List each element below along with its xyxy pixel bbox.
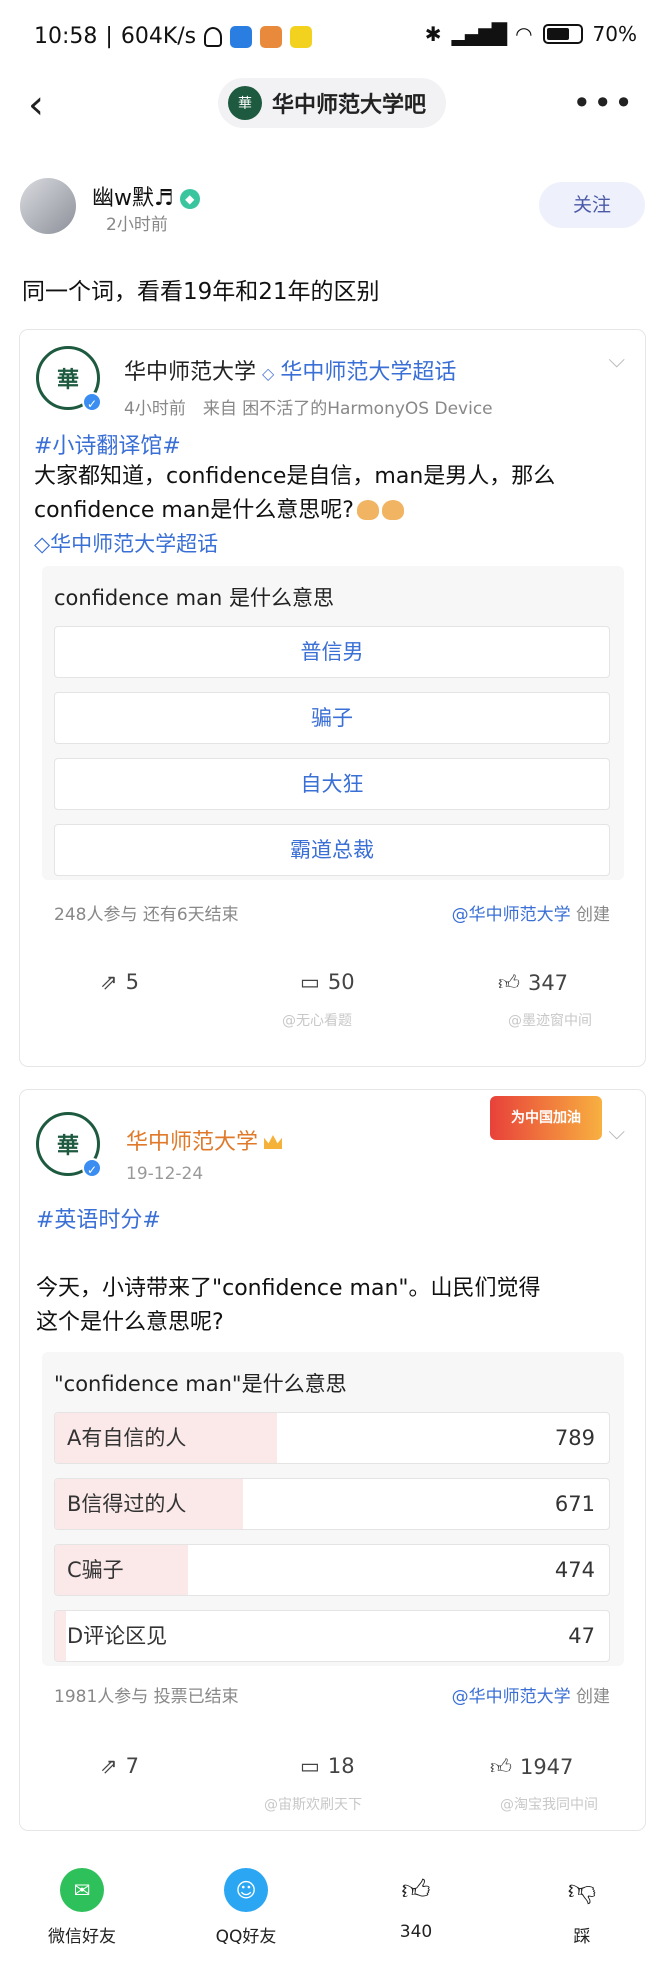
watermark: @无心看题 xyxy=(282,1013,352,1029)
hashtag[interactable]: #小诗翻译馆# xyxy=(34,428,181,460)
share-icon: ⇗ xyxy=(100,1754,118,1778)
poll-result[interactable]: C骗子 474 xyxy=(54,1544,610,1596)
wifi-icon: ◠ xyxy=(515,22,533,46)
chevron-down-icon[interactable]: ⌵ xyxy=(608,1120,625,1145)
crown-icon xyxy=(264,1135,283,1149)
poll-option[interactable]: 普信男 xyxy=(54,626,610,678)
username[interactable]: 幽w默♬ xyxy=(92,186,174,211)
comment-action[interactable]: ▭ 50 xyxy=(300,970,355,994)
share-icon: ⇗ xyxy=(100,970,118,994)
dislike-button[interactable]: 👎︎ 踩 xyxy=(522,1868,642,1947)
watermark: @宙斯欢刷天下 xyxy=(264,1797,362,1813)
app-notification-icon xyxy=(260,25,283,48)
forum-logo: 華 xyxy=(228,86,262,120)
poll-footer: 248人参与 还有6天结束 @华中师范大学 创建 xyxy=(54,905,610,925)
avatar[interactable] xyxy=(20,178,76,234)
poll-result[interactable]: B信得过的人 671 xyxy=(54,1478,610,1530)
back-arrow-icon[interactable]: ‹ xyxy=(28,82,44,128)
thumbs-down-icon: 👎︎ xyxy=(567,1873,597,1906)
post-text: 大家都知道，confidence是自信，man是男人，那么 confidence… xyxy=(34,464,556,523)
poll-question: confidence man 是什么意思 xyxy=(54,586,334,610)
chevron-down-icon[interactable]: ⌵ xyxy=(608,348,625,373)
poll-result[interactable]: D评论区见 47 xyxy=(54,1610,610,1662)
creator-link[interactable]: @华中师范大学 xyxy=(452,1687,571,1707)
poll-option[interactable]: 骗子 xyxy=(54,692,610,744)
comment-icon: ▭ xyxy=(300,970,320,994)
nav-bar: ‹ 華 华中师范大学吧 ••• xyxy=(0,70,665,140)
like-action[interactable]: 👍︎ 347 xyxy=(498,970,568,996)
bluetooth-icon: ✱ xyxy=(424,22,442,46)
screenshot-card-2021: 華 ✓ 华中师范大学 ◇ 华中师范大学超话 4小时前 来自 困不活了的Harmony… xyxy=(20,330,645,1066)
share-qq-button[interactable]: ☺ QQ好友 xyxy=(186,1868,306,1947)
poll-option[interactable]: 自大狂 xyxy=(54,758,610,810)
post-date: 19-12-24 xyxy=(126,1164,204,1184)
follow-button[interactable]: 关注 xyxy=(539,182,645,228)
post-time: 2小时前 xyxy=(106,215,168,235)
post-title: 同一个词，看看19年和21年的区别 xyxy=(22,279,380,305)
comment-icon: ▭ xyxy=(300,1754,320,1778)
status-right: ✱ ▂▄▆█ ◠ 70% xyxy=(425,22,637,46)
battery-percent: 70% xyxy=(592,22,637,46)
verified-icon: ✓ xyxy=(82,1158,102,1178)
comment-action[interactable]: ▭ 18 xyxy=(300,1754,355,1778)
topic-link[interactable]: ◇华中师范大学超话 xyxy=(34,528,218,558)
status-speed: 604K/s xyxy=(120,24,197,49)
verified-icon: ✓ xyxy=(82,392,102,412)
watermark: @淘宝我同中间 xyxy=(500,1797,598,1813)
post-text: 今天，小诗带来了"confidence man"。山民们觉得 这个是什么意思呢? xyxy=(36,1276,541,1335)
like-button[interactable]: 👍︎ 340 xyxy=(356,1868,476,1942)
promo-banner: 为中国加油 xyxy=(490,1096,602,1140)
watermark: @墨迹窗中间 xyxy=(508,1013,592,1029)
thumbs-up-icon: 👍︎ xyxy=(490,1755,512,1779)
app-notification-icon xyxy=(230,25,253,48)
diamond-icon: ◇ xyxy=(262,364,275,383)
account-name[interactable]: 华中师范大学 xyxy=(124,360,256,385)
screenshot-card-2019: 華 ✓ 华中师范大学 19-12-24 为中国加油 ⌵ #英语时分# 今天，小诗… xyxy=(20,1090,645,1830)
cat-emoji-icon xyxy=(356,500,379,520)
bottom-share-bar: ✉ 微信好友 ☺ QQ好友 👍︎ 340 👎︎ 踩 xyxy=(0,1860,665,1979)
poll-footer: 1981人参与 投票已结束 @华中师范大学 创建 xyxy=(54,1687,610,1707)
hashtag[interactable]: #英语时分# xyxy=(36,1202,161,1234)
signal-icon: ▂▄▆█ xyxy=(451,22,508,46)
result-bar xyxy=(55,1611,67,1661)
thumbs-up-icon: 👍︎ xyxy=(401,1873,431,1906)
thumbs-up-icon: 👍︎ xyxy=(498,971,520,995)
battery-icon xyxy=(542,24,583,44)
forum-pill[interactable]: 華 华中师范大学吧 xyxy=(218,78,447,128)
status-time: 10:58 xyxy=(34,24,98,49)
share-action[interactable]: ⇗ 7 xyxy=(100,1754,139,1778)
status-left: 10:58 | 604K/s xyxy=(34,24,313,49)
status-bar: 10:58 | 604K/s ✱ ▂▄▆█ ◠ 70% xyxy=(0,0,665,80)
poll-option[interactable]: 霸道总裁 xyxy=(54,824,610,876)
poll-results: "confidence man"是什么意思 A有自信的人 789 B信得过的人 … xyxy=(42,1352,624,1666)
account-name[interactable]: 华中师范大学 xyxy=(126,1130,258,1155)
post-author: 幽w默♬ ◆ 2小时前 关注 xyxy=(20,178,645,238)
mute-icon xyxy=(204,26,223,47)
like-action[interactable]: 👍︎ 1947 xyxy=(490,1754,573,1780)
poll: confidence man 是什么意思 普信男 骗子 自大狂 霸道总裁 xyxy=(42,566,624,880)
action-bar: ⇗ 7 ▭ 18 👍︎ 1947 xyxy=(20,1754,645,1794)
poll-result[interactable]: A有自信的人 789 xyxy=(54,1412,610,1464)
level-badge-icon: ◆ xyxy=(179,189,200,209)
action-bar: ⇗ 5 ▭ 50 👍︎ 347 xyxy=(20,970,645,1010)
wechat-icon: ✉ xyxy=(60,1868,104,1912)
poll-question: "confidence man"是什么意思 xyxy=(54,1372,347,1396)
share-action[interactable]: ⇗ 5 xyxy=(100,970,139,994)
forum-name: 华中师范大学吧 xyxy=(272,93,427,118)
share-wechat-button[interactable]: ✉ 微信好友 xyxy=(22,1868,142,1947)
app-notification-icon xyxy=(290,25,313,48)
cat-emoji-icon xyxy=(381,500,404,520)
more-icon[interactable]: ••• xyxy=(572,84,635,122)
topic-link[interactable]: 华中师范大学超话 xyxy=(280,360,456,385)
creator-link[interactable]: @华中师范大学 xyxy=(452,905,571,925)
qq-icon: ☺ xyxy=(224,1868,268,1912)
post-meta: 4小时前 来自 困不活了的HarmonyOS Device xyxy=(124,399,493,419)
